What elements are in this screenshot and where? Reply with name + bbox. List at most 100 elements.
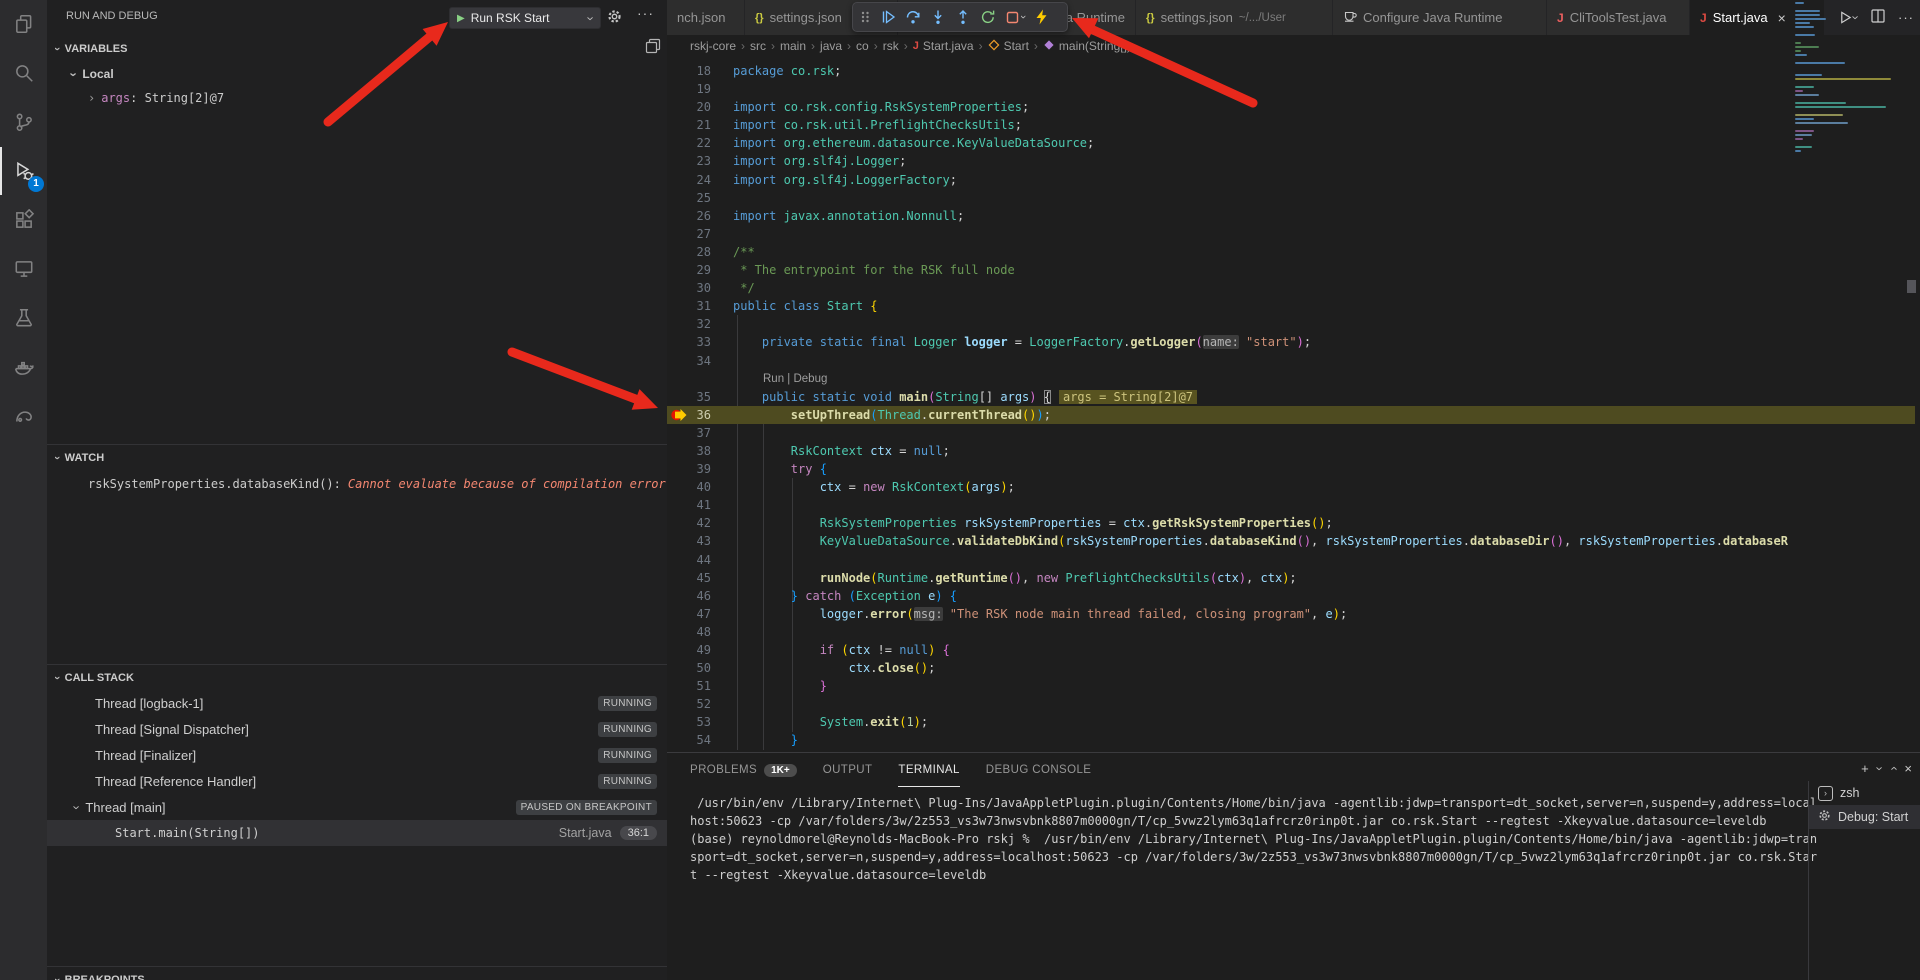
- breadcrumb-item-java[interactable]: java: [820, 39, 842, 53]
- step-out-icon[interactable]: [955, 9, 971, 25]
- gear-icon[interactable]: [607, 9, 622, 29]
- remote-explorer-icon[interactable]: [0, 245, 47, 293]
- stop-icon[interactable]: ›: [1005, 10, 1025, 25]
- line-number[interactable]: 33: [667, 333, 733, 351]
- line-number[interactable]: 46: [667, 587, 733, 605]
- code-line-37[interactable]: 37: [667, 424, 1790, 442]
- code-line-23[interactable]: 23import org.slf4j.Logger;: [667, 152, 1790, 170]
- code-line-31[interactable]: 31public class Start {: [667, 297, 1790, 315]
- code-line-52[interactable]: 52: [667, 695, 1790, 713]
- line-number[interactable]: 29: [667, 261, 733, 279]
- line-number[interactable]: 54: [667, 731, 733, 749]
- code-line-33[interactable]: 33 private static final Logger logger = …: [667, 333, 1790, 351]
- line-number[interactable]: 24: [667, 171, 733, 189]
- code-line-53[interactable]: 53 System.exit(1);: [667, 713, 1790, 731]
- close-panel-icon[interactable]: ×: [1904, 761, 1912, 776]
- breadcrumb-item-rskj-core[interactable]: rskj-core: [690, 39, 736, 53]
- line-number[interactable]: 22: [667, 134, 733, 152]
- line-number[interactable]: 23: [667, 152, 733, 170]
- thread-row[interactable]: Thread [Signal Dispatcher]RUNNING: [47, 716, 667, 742]
- line-number[interactable]: 39: [667, 460, 733, 478]
- panel-tab-problems[interactable]: PROBLEMS1K+: [690, 753, 797, 787]
- extensions-icon[interactable]: [0, 196, 47, 244]
- variable-args[interactable]: › args: String[2]@7: [47, 86, 708, 110]
- start-debug-icon[interactable]: ▶: [457, 13, 465, 24]
- thread-row[interactable]: › Thread [main]PAUSED ON BREAKPOINT: [47, 794, 667, 820]
- breadcrumb-item-start[interactable]: Start: [988, 39, 1029, 54]
- line-number[interactable]: 21: [667, 116, 733, 134]
- code-line-28[interactable]: 28/**: [667, 243, 1790, 261]
- line-number[interactable]: 27: [667, 225, 733, 243]
- code-line-24[interactable]: 24import org.slf4j.LoggerFactory;: [667, 171, 1790, 189]
- terminal-output[interactable]: /usr/bin/env /Library/Internet\ Plug-Ins…: [690, 794, 1795, 884]
- line-number[interactable]: 40: [667, 478, 733, 496]
- watch-section-header[interactable]: › WATCH: [47, 447, 667, 469]
- panel-tab-debug-console[interactable]: DEBUG CONSOLE: [986, 753, 1092, 787]
- line-number[interactable]: 37: [667, 424, 733, 442]
- terminal-session-zsh[interactable]: ›zsh: [1809, 781, 1920, 805]
- line-number[interactable]: 35: [667, 388, 733, 406]
- line-number[interactable]: 50: [667, 659, 733, 677]
- new-terminal-icon[interactable]: +: [1861, 761, 1869, 776]
- code-line-44[interactable]: 44: [667, 551, 1790, 569]
- call-stack-section-header[interactable]: › CALL STACK: [47, 667, 667, 689]
- code-line-35[interactable]: 35 public static void main(String[] args…: [667, 388, 1790, 406]
- code-line-42[interactable]: 42 RskSystemProperties rskSystemProperti…: [667, 514, 1790, 532]
- breadcrumb-item-start-java[interactable]: JStart.java: [913, 39, 974, 53]
- line-number[interactable]: 44: [667, 551, 733, 569]
- tab-configure-java-runtime[interactable]: Configure Java Runtime: [1333, 0, 1547, 35]
- explorer-icon[interactable]: [0, 0, 47, 48]
- code-line-25[interactable]: 25: [667, 189, 1790, 207]
- thread-row[interactable]: Thread [logback-1]RUNNING: [47, 690, 667, 716]
- breadcrumb-item-main-string-[interactable]: main(String[]): [1043, 39, 1131, 54]
- tab-clitoolstest-java[interactable]: JCliToolsTest.java: [1547, 0, 1690, 35]
- line-number[interactable]: 45: [667, 569, 733, 587]
- search-icon[interactable]: [0, 49, 47, 97]
- source-control-icon[interactable]: [0, 98, 47, 146]
- code-line-54[interactable]: 54 }: [667, 731, 1790, 749]
- line-number[interactable]: 18: [667, 62, 733, 80]
- scope-local[interactable]: › Local: [47, 62, 692, 86]
- run-debug-icon[interactable]: 1: [0, 147, 47, 195]
- code-line-45[interactable]: 45 runNode(Runtime.getRuntime(), new Pre…: [667, 569, 1790, 587]
- code-line-46[interactable]: 46 } catch (Exception e) {: [667, 587, 1790, 605]
- gradle-icon[interactable]: [0, 392, 47, 440]
- breadcrumb-item-src[interactable]: src: [750, 39, 766, 53]
- breakpoint-paused-icon[interactable]: [671, 408, 688, 424]
- code-line-20[interactable]: 20import co.rsk.config.RskSystemProperti…: [667, 98, 1790, 116]
- code-line-29[interactable]: 29 * The entrypoint for the RSK full nod…: [667, 261, 1790, 279]
- minimap[interactable]: [1793, 2, 1915, 692]
- code-line-40[interactable]: 40 ctx = new RskContext(args);: [667, 478, 1790, 496]
- stack-frame[interactable]: Start.main(String[]) Start.java 36:1: [47, 820, 667, 846]
- hot-code-replace-icon[interactable]: [1034, 9, 1048, 25]
- panel-tab-terminal[interactable]: TERMINAL: [898, 753, 959, 787]
- step-into-icon[interactable]: [930, 9, 946, 25]
- more-actions-icon[interactable]: ···: [637, 5, 654, 21]
- code-line-38[interactable]: 38 RskContext ctx = null;: [667, 442, 1790, 460]
- tab-nch-json[interactable]: nch.json: [667, 0, 745, 35]
- code-line-22[interactable]: 22import org.ethereum.datasource.KeyValu…: [667, 134, 1790, 152]
- code-line-49[interactable]: 49 if (ctx != null) {: [667, 641, 1790, 659]
- thread-row[interactable]: Thread [Finalizer]RUNNING: [47, 742, 667, 768]
- line-number[interactable]: 42: [667, 514, 733, 532]
- breadcrumb-item-rsk[interactable]: rsk: [883, 39, 899, 53]
- code-line-34[interactable]: 34: [667, 352, 1790, 370]
- code-line-47[interactable]: 47 logger.error(msg: "The RSK node main …: [667, 605, 1790, 623]
- thread-row[interactable]: Thread [Reference Handler]RUNNING: [47, 768, 667, 794]
- code-line-19[interactable]: 19: [667, 80, 1790, 98]
- code-line-43[interactable]: 43 KeyValueDataSource.validateDbKind(rsk…: [667, 532, 1790, 550]
- line-number[interactable]: 48: [667, 623, 733, 641]
- line-number[interactable]: 47: [667, 605, 733, 623]
- continue-icon[interactable]: [880, 9, 896, 25]
- line-number[interactable]: 32: [667, 315, 733, 333]
- code-line-51[interactable]: 51 }: [667, 677, 1790, 695]
- close-icon[interactable]: ×: [1778, 10, 1786, 26]
- code-line-39[interactable]: 39 try {: [667, 460, 1790, 478]
- breadcrumb-item-main[interactable]: main: [780, 39, 806, 53]
- line-number[interactable]: 53: [667, 713, 733, 731]
- line-number[interactable]: 25: [667, 189, 733, 207]
- code-line-32[interactable]: 32: [667, 315, 1790, 333]
- code-line-21[interactable]: 21import co.rsk.util.PreflightChecksUtil…: [667, 116, 1790, 134]
- line-number[interactable]: 34: [667, 352, 733, 370]
- line-number[interactable]: 49: [667, 641, 733, 659]
